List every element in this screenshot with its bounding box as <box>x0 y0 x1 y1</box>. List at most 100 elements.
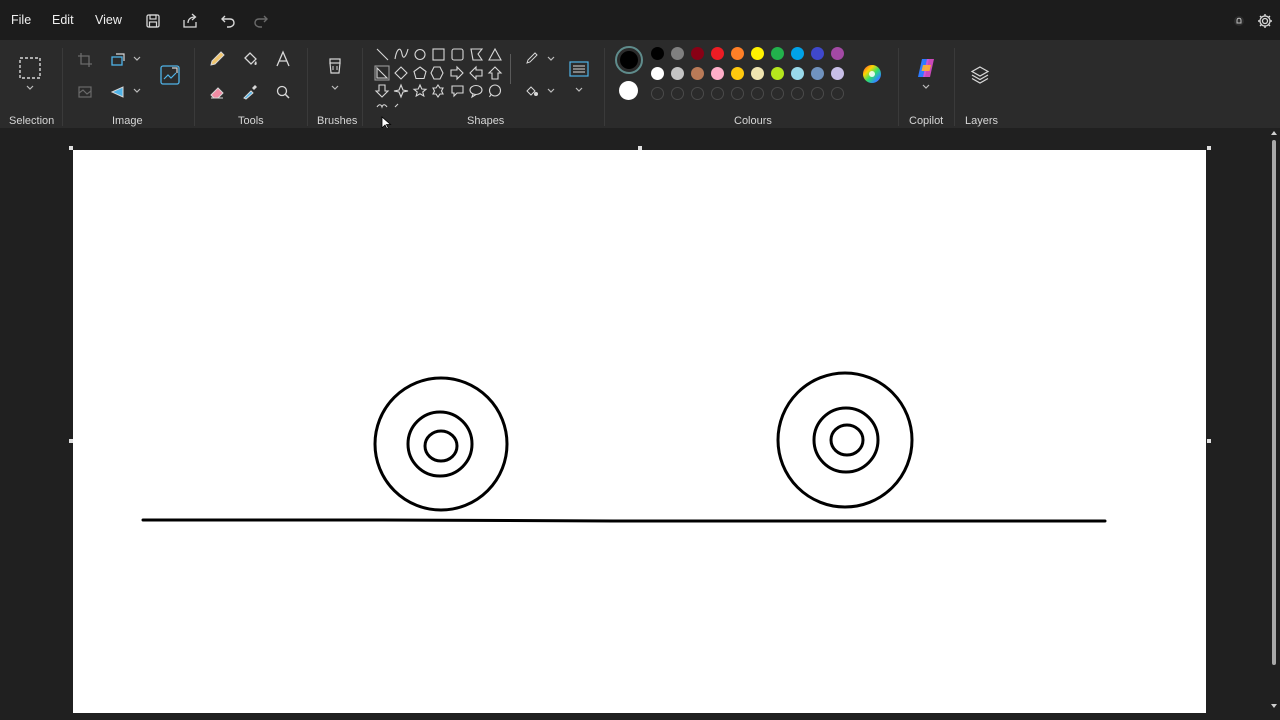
resize-icon[interactable] <box>110 52 126 68</box>
fill-dropdown[interactable] <box>524 84 556 98</box>
right-wheel-outer <box>776 371 914 509</box>
colour-swatch[interactable] <box>771 67 784 80</box>
crop-icon[interactable] <box>77 52 93 68</box>
shapes-scrollbar[interactable] <box>510 54 511 84</box>
brush-icon[interactable] <box>325 56 345 80</box>
colour-swatch[interactable] <box>811 47 824 60</box>
chevron-down-icon[interactable] <box>132 87 142 95</box>
group-label-copilot: Copilot <box>909 115 944 127</box>
chevron-down-icon[interactable] <box>330 84 340 92</box>
notification-icon[interactable] <box>1230 12 1248 30</box>
menu-view[interactable]: View <box>95 13 122 27</box>
group-label-shapes: Shapes <box>467 115 505 127</box>
colour-swatch[interactable] <box>651 67 664 80</box>
colour-swatch[interactable] <box>711 67 724 80</box>
vertical-scrollbar[interactable] <box>1271 130 1277 715</box>
resize-handle-right[interactable] <box>1207 439 1211 443</box>
chevron-down-icon[interactable] <box>921 83 931 91</box>
five-point-star-shape-icon <box>412 83 428 98</box>
group-divider <box>362 48 363 126</box>
selection-rectangle-icon[interactable] <box>18 56 42 80</box>
rounded-rectangle-shape-icon <box>451 48 464 61</box>
rectangle-shape-icon <box>432 48 445 61</box>
scrollbar-thumb[interactable] <box>1272 140 1276 665</box>
image-creator-icon[interactable] <box>159 64 181 86</box>
colour-swatch[interactable] <box>671 67 684 80</box>
colour-picker-icon[interactable] <box>241 83 259 101</box>
chevron-down-icon[interactable] <box>132 55 142 63</box>
outline-dropdown[interactable] <box>524 52 556 66</box>
scroll-down-icon[interactable] <box>1270 703 1278 709</box>
save-icon[interactable] <box>144 12 162 30</box>
custom-colour-slot[interactable] <box>811 87 824 100</box>
pentagon-shape-icon <box>413 66 427 80</box>
resize-handle-top-right[interactable] <box>1207 146 1211 150</box>
polygon-shape-icon <box>470 48 484 61</box>
pencil-icon[interactable] <box>208 50 226 68</box>
fill-bucket-icon[interactable] <box>241 50 259 68</box>
diamond-shape-icon <box>394 66 408 80</box>
custom-colour-slot[interactable] <box>791 87 804 100</box>
custom-colour-slot[interactable] <box>731 87 744 100</box>
custom-colour-slot[interactable] <box>651 87 664 100</box>
drawing <box>141 371 1107 523</box>
shapes-gallery[interactable] <box>372 45 512 113</box>
colour-swatch[interactable] <box>811 67 824 80</box>
flip-icon[interactable] <box>110 84 126 100</box>
colour-swatch[interactable] <box>651 47 664 60</box>
group-label-selection: Selection <box>9 115 55 127</box>
custom-colour-slot[interactable] <box>691 87 704 100</box>
edit-colours-icon[interactable] <box>860 62 884 86</box>
colour-swatch[interactable] <box>671 47 684 60</box>
primary-colour-swatch[interactable] <box>620 51 638 69</box>
layers-icon[interactable] <box>969 64 991 86</box>
colour-swatch[interactable] <box>751 47 764 60</box>
colour-swatch[interactable] <box>831 47 844 60</box>
redo-icon[interactable] <box>252 12 270 30</box>
text-icon[interactable] <box>274 50 292 68</box>
colour-swatch[interactable] <box>791 47 804 60</box>
copilot-icon[interactable] <box>914 56 938 80</box>
left-arrow-shape-icon <box>469 65 483 81</box>
group-divider <box>62 48 63 126</box>
primary-colour-ring[interactable] <box>615 46 643 74</box>
right-arrow-shape-icon <box>450 65 464 81</box>
four-point-star-shape-icon <box>393 83 409 99</box>
menu-file[interactable]: File <box>11 13 31 27</box>
custom-colour-slot[interactable] <box>671 87 684 100</box>
magnifier-icon[interactable] <box>274 83 292 101</box>
left-wheel-inner <box>423 429 459 463</box>
group-label-image: Image <box>112 115 143 127</box>
colour-swatch[interactable] <box>831 67 844 80</box>
curve-shape-icon <box>394 48 409 60</box>
custom-colour-slot[interactable] <box>771 87 784 100</box>
oval-shape-icon <box>414 48 426 61</box>
custom-colour-slot[interactable] <box>711 87 724 100</box>
shape-size-icon[interactable] <box>568 60 590 78</box>
rectangular-callout-shape-icon <box>451 85 464 98</box>
custom-colour-slot[interactable] <box>751 87 764 100</box>
custom-colour-slot[interactable] <box>831 87 844 100</box>
colour-swatch[interactable] <box>771 47 784 60</box>
colour-swatch[interactable] <box>751 67 764 80</box>
colour-swatch[interactable] <box>731 47 744 60</box>
chevron-down-icon[interactable] <box>25 84 35 92</box>
menu-edit[interactable]: Edit <box>52 13 74 27</box>
colour-swatch[interactable] <box>691 67 704 80</box>
drawing-canvas[interactable] <box>73 150 1206 713</box>
heart-shape-icon <box>376 104 388 109</box>
colour-swatch[interactable] <box>711 47 724 60</box>
colour-swatch[interactable] <box>731 67 744 80</box>
left-wheel-outer <box>373 376 509 512</box>
undo-icon[interactable] <box>219 12 237 30</box>
menu-bar: File Edit View <box>0 0 1280 40</box>
share-icon[interactable] <box>181 12 199 30</box>
eraser-icon[interactable] <box>208 83 226 101</box>
gear-icon[interactable] <box>1256 12 1274 30</box>
chevron-down-icon[interactable] <box>574 86 584 94</box>
remove-background-icon[interactable] <box>77 84 93 100</box>
secondary-colour-swatch[interactable] <box>619 81 638 100</box>
colour-swatch[interactable] <box>691 47 704 60</box>
colour-swatch[interactable] <box>791 67 804 80</box>
scroll-up-icon[interactable] <box>1270 130 1278 136</box>
